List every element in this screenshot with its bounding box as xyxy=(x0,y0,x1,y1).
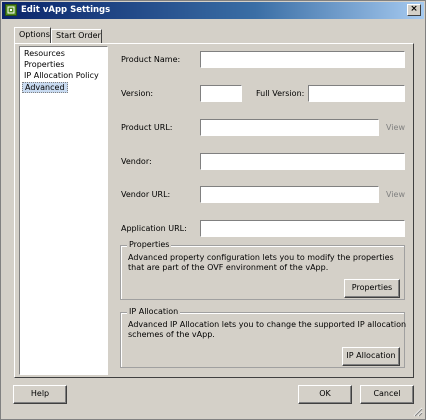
full-version-label: Full Version: xyxy=(256,89,305,98)
edit-vapp-settings-dialog: Edit vApp Settings × Options Start Order… xyxy=(0,0,426,420)
application-url-label: Application URL: xyxy=(121,224,187,233)
properties-group-title: Properties xyxy=(127,240,172,249)
vendor-field[interactable] xyxy=(200,153,405,170)
product-url-view-link[interactable]: View xyxy=(386,123,405,132)
full-version-field[interactable] xyxy=(308,85,405,102)
application-url-field[interactable] xyxy=(200,220,405,237)
window-title: Edit vApp Settings xyxy=(21,5,111,15)
vapp-icon xyxy=(5,4,17,16)
nav-item-ip-allocation-policy[interactable]: IP Allocation Policy xyxy=(22,71,101,82)
version-label: Version: xyxy=(121,89,154,98)
product-url-label: Product URL: xyxy=(121,123,173,132)
vendor-url-view-link[interactable]: View xyxy=(386,190,405,199)
ip-allocation-group-title: IP Allocation xyxy=(127,307,181,316)
tab-options[interactable]: Options xyxy=(14,27,51,43)
vendor-url-field[interactable] xyxy=(200,186,379,203)
help-button[interactable]: Help xyxy=(13,385,67,404)
resize-grip-icon[interactable] xyxy=(413,407,423,417)
close-button[interactable]: × xyxy=(407,4,421,16)
ip-allocation-group-description: Advanced IP Allocation lets you to chang… xyxy=(128,320,407,339)
cancel-button[interactable]: Cancel xyxy=(360,385,414,404)
properties-group-description: Advanced property configuration lets you… xyxy=(128,253,394,272)
ip-allocation-button[interactable]: IP Allocation xyxy=(342,347,400,366)
nav-item-properties[interactable]: Properties xyxy=(22,60,66,71)
close-icon: × xyxy=(410,4,418,14)
product-name-label: Product Name: xyxy=(121,55,181,64)
version-field[interactable] xyxy=(200,85,242,102)
product-name-field[interactable] xyxy=(200,51,405,68)
ok-button[interactable]: OK xyxy=(298,385,352,404)
tab-start-order[interactable]: Start Order xyxy=(51,29,102,43)
nav-item-advanced[interactable]: Advanced xyxy=(22,82,68,93)
ip-allocation-groupbox: IP Allocation Advanced IP Allocation let… xyxy=(120,307,407,368)
vendor-label: Vendor: xyxy=(121,157,152,166)
title-bar: Edit vApp Settings × xyxy=(2,2,424,19)
properties-groupbox: Properties Advanced property configurati… xyxy=(120,240,405,300)
nav-item-resources[interactable]: Resources xyxy=(22,49,67,60)
vendor-url-label: Vendor URL: xyxy=(121,190,171,199)
product-url-field[interactable] xyxy=(200,119,379,136)
options-nav-list: Resources Properties IP Allocation Polic… xyxy=(19,46,108,375)
properties-button[interactable]: Properties xyxy=(344,279,400,298)
